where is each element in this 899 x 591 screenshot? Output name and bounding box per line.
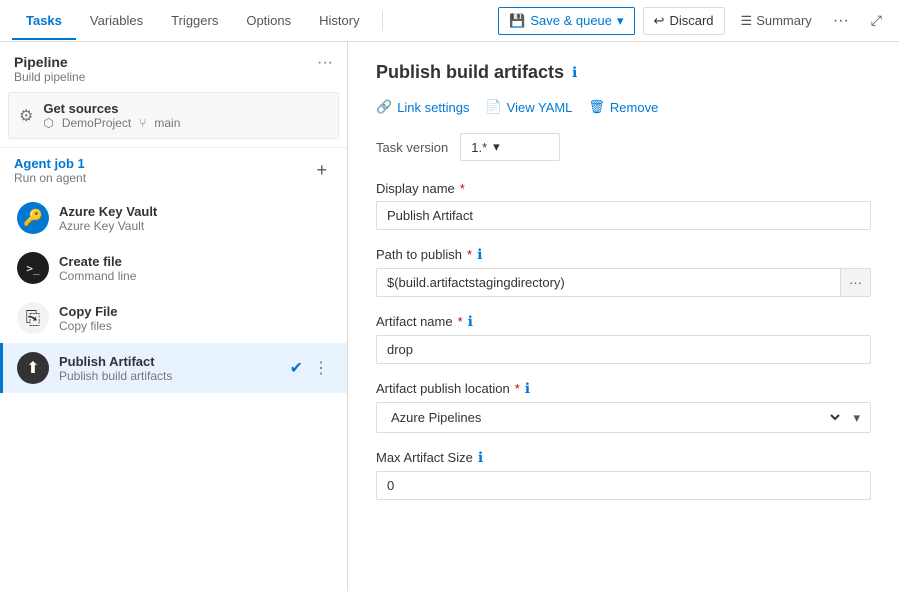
display-name-required: * bbox=[460, 181, 465, 196]
max-artifact-size-label: Max Artifact Size ℹ bbox=[376, 449, 871, 466]
artifact-location-chevron-icon: ▾ bbox=[843, 404, 870, 432]
get-sources-icon: ⚙ bbox=[19, 106, 33, 126]
agent-job: Agent job 1 Run on agent + bbox=[0, 147, 347, 193]
remove-link[interactable]: 🗑 Remove bbox=[588, 99, 658, 115]
tab-options[interactable]: Options bbox=[232, 3, 305, 40]
link-settings-link[interactable]: 🔗 Link settings bbox=[376, 99, 469, 115]
action-links: 🔗 Link settings 📄 View YAML 🗑 Remove bbox=[376, 99, 871, 115]
version-chevron-icon: ▾ bbox=[493, 139, 500, 155]
main-layout: Pipeline Build pipeline ··· ⚙ Get source… bbox=[0, 42, 899, 591]
task-version-select[interactable]: 1.* ▾ bbox=[460, 133, 560, 161]
tab-history[interactable]: History bbox=[305, 3, 373, 40]
path-browse-button[interactable]: ··· bbox=[840, 268, 871, 297]
publish-artifact-title: Publish Artifact bbox=[59, 354, 172, 369]
pipeline-subtitle: Build pipeline bbox=[14, 70, 85, 84]
artifact-location-select-row: Azure Pipelines File share ▾ bbox=[376, 402, 871, 433]
expand-button[interactable]: ⤢ bbox=[866, 7, 887, 34]
panel-info-icon[interactable]: ℹ bbox=[572, 64, 577, 81]
path-required: * bbox=[467, 247, 472, 262]
azure-key-vault-title: Azure Key Vault bbox=[59, 204, 157, 219]
agent-job-title[interactable]: Agent job 1 bbox=[14, 156, 86, 171]
pipeline-more-button[interactable]: ··· bbox=[317, 54, 333, 72]
link-settings-icon: 🔗 bbox=[376, 99, 392, 115]
path-input-row: ··· bbox=[376, 268, 871, 297]
max-artifact-size-info-icon[interactable]: ℹ bbox=[478, 449, 483, 466]
task-copy-file[interactable]: ⎘ Copy File Copy files bbox=[0, 293, 347, 343]
display-name-label: Display name * bbox=[376, 181, 871, 196]
task-create-file[interactable]: >_ Create file Command line bbox=[0, 243, 347, 293]
save-icon: 💾 bbox=[509, 13, 525, 29]
create-file-title: Create file bbox=[59, 254, 136, 269]
discard-icon: ↩ bbox=[654, 13, 665, 29]
publish-artifact-subtitle: Publish build artifacts bbox=[59, 369, 172, 383]
artifact-name-info-icon[interactable]: ℹ bbox=[468, 313, 473, 330]
get-sources-title: Get sources bbox=[43, 101, 180, 116]
azure-key-vault-icon: 🔑 bbox=[17, 202, 49, 234]
path-to-publish-label: Path to publish * ℹ bbox=[376, 246, 871, 263]
get-sources-item[interactable]: ⚙ Get sources ⬡ DemoProject ⑂ main bbox=[8, 92, 339, 139]
publish-artifact-icon: ⬆ bbox=[17, 352, 49, 384]
pipeline-info: Pipeline Build pipeline bbox=[14, 54, 85, 84]
branch-name: main bbox=[154, 116, 180, 130]
remove-icon: 🗑 bbox=[588, 99, 605, 115]
copy-file-subtitle: Copy files bbox=[59, 319, 118, 333]
create-file-subtitle: Command line bbox=[59, 269, 136, 283]
pipeline-title: Pipeline bbox=[14, 54, 85, 70]
top-nav: Tasks Variables Triggers Options History… bbox=[0, 0, 899, 42]
chevron-down-icon: ▾ bbox=[617, 13, 624, 29]
project-icon: ⬡ bbox=[43, 116, 53, 130]
project-name: DemoProject bbox=[62, 116, 131, 130]
artifact-name-required: * bbox=[458, 314, 463, 329]
discard-button[interactable]: ↩ Discard bbox=[643, 7, 725, 35]
nav-actions: 💾 Save & queue ▾ ↩ Discard ☰ Summary ···… bbox=[498, 7, 887, 35]
artifact-publish-location-select[interactable]: Azure Pipelines File share bbox=[377, 403, 843, 432]
copy-file-icon: ⎘ bbox=[17, 302, 49, 334]
task-check-icon: ✔ bbox=[290, 358, 303, 378]
artifact-publish-location-group: Artifact publish location * ℹ Azure Pipe… bbox=[376, 380, 871, 433]
path-info-icon[interactable]: ℹ bbox=[477, 246, 482, 263]
summary-button[interactable]: ☰ Summary bbox=[733, 8, 820, 34]
nav-divider bbox=[382, 11, 383, 31]
max-artifact-size-input[interactable] bbox=[376, 471, 871, 500]
branch-icon: ⑂ bbox=[139, 116, 146, 130]
view-yaml-link[interactable]: 📄 View YAML bbox=[485, 99, 572, 115]
artifact-name-label: Artifact name * ℹ bbox=[376, 313, 871, 330]
artifact-publish-location-label: Artifact publish location * ℹ bbox=[376, 380, 871, 397]
panel-title-row: Publish build artifacts ℹ bbox=[376, 62, 871, 83]
task-publish-artifact[interactable]: ⬆ Publish Artifact Publish build artifac… bbox=[0, 343, 347, 393]
artifact-name-group: Artifact name * ℹ bbox=[376, 313, 871, 364]
agent-job-subtitle: Run on agent bbox=[14, 171, 86, 185]
task-kebab-button[interactable]: ⋮ bbox=[309, 356, 333, 380]
left-panel: Pipeline Build pipeline ··· ⚙ Get source… bbox=[0, 42, 348, 591]
view-yaml-icon: 📄 bbox=[485, 99, 501, 115]
azure-key-vault-subtitle: Azure Key Vault bbox=[59, 219, 157, 233]
pipeline-header: Pipeline Build pipeline ··· bbox=[0, 42, 347, 92]
save-queue-button[interactable]: 💾 Save & queue ▾ bbox=[498, 7, 634, 35]
path-to-publish-input[interactable] bbox=[376, 268, 840, 297]
create-file-icon: >_ bbox=[17, 252, 49, 284]
right-panel: Publish build artifacts ℹ 🔗 Link setting… bbox=[348, 42, 899, 591]
summary-icon: ☰ bbox=[741, 13, 753, 29]
task-version-row: Task version 1.* ▾ bbox=[376, 133, 871, 161]
tab-triggers[interactable]: Triggers bbox=[157, 3, 232, 40]
add-task-button[interactable]: + bbox=[310, 158, 333, 183]
tab-variables[interactable]: Variables bbox=[76, 3, 157, 40]
path-to-publish-group: Path to publish * ℹ ··· bbox=[376, 246, 871, 297]
display-name-group: Display name * bbox=[376, 181, 871, 230]
task-azure-key-vault[interactable]: 🔑 Azure Key Vault Azure Key Vault bbox=[0, 193, 347, 243]
tab-tasks[interactable]: Tasks bbox=[12, 3, 76, 40]
task-version-label: Task version bbox=[376, 140, 448, 155]
task-version-value: 1.* bbox=[471, 140, 487, 155]
copy-file-title: Copy File bbox=[59, 304, 118, 319]
artifact-location-required: * bbox=[515, 381, 520, 396]
panel-title: Publish build artifacts bbox=[376, 62, 564, 83]
more-options-button[interactable]: ··· bbox=[828, 7, 854, 35]
display-name-input[interactable] bbox=[376, 201, 871, 230]
get-sources-sub: ⬡ DemoProject ⑂ main bbox=[43, 116, 180, 130]
max-artifact-size-group: Max Artifact Size ℹ bbox=[376, 449, 871, 500]
artifact-location-info-icon[interactable]: ℹ bbox=[525, 380, 530, 397]
artifact-name-input[interactable] bbox=[376, 335, 871, 364]
